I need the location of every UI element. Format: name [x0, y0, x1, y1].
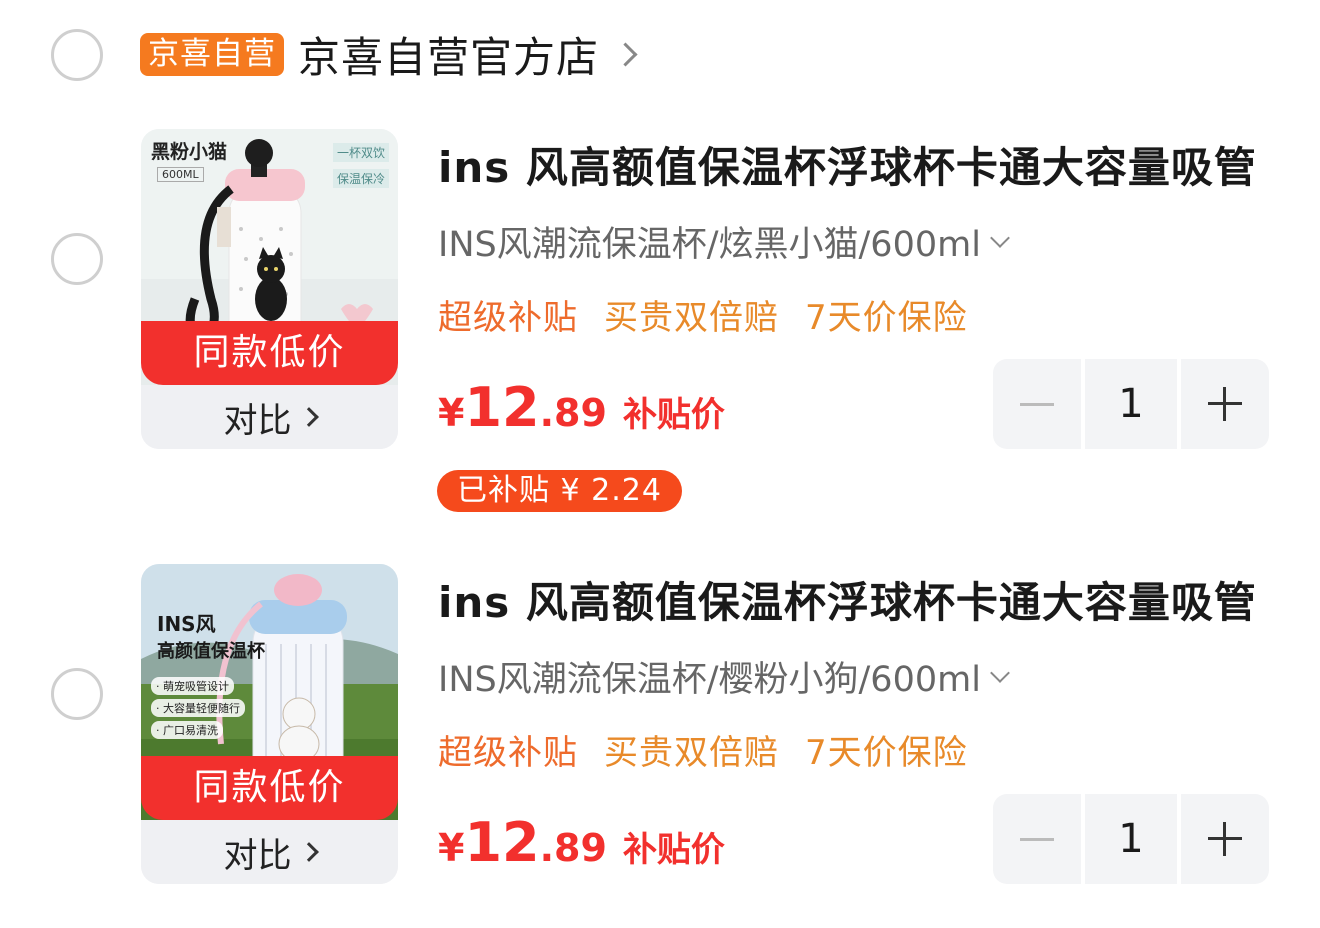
image-label: 黑粉小猫: [151, 141, 228, 163]
image-bullet: · 大容量轻便随行: [151, 699, 245, 717]
quantity-value[interactable]: 1: [1085, 794, 1177, 884]
minus-icon: [1020, 402, 1054, 406]
price-integer: 12: [464, 376, 540, 439]
price: ¥ 12 .89 补贴价: [438, 811, 725, 874]
quantity-value[interactable]: 1: [1085, 359, 1177, 449]
product-spec: INS风潮流保温杯/炫黑小猫/600ml: [438, 225, 981, 265]
price-decimal: .89: [539, 826, 607, 870]
store-header[interactable]: 京喜自营 京喜自营官方店: [140, 28, 639, 82]
image-label: INS风: [157, 612, 216, 636]
compare-label: 对比: [223, 400, 292, 441]
price-integer: 12: [464, 811, 540, 874]
price: ¥ 12 .89 补贴价: [438, 376, 725, 439]
chevron-right-icon[interactable]: [617, 34, 639, 74]
minus-icon: [1020, 837, 1054, 841]
service-tag: 超级补贴: [438, 733, 578, 773]
product-spec-selector[interactable]: INS风潮流保温杯/炫黑小猫/600ml: [438, 216, 1010, 267]
decrease-button[interactable]: [993, 794, 1081, 884]
image-tag: 一杯双饮: [333, 143, 390, 162]
compare-button[interactable]: 对比: [141, 820, 398, 884]
service-tag: 7天价保险: [805, 733, 968, 773]
price-currency: ¥: [438, 391, 465, 435]
quantity-stepper: 1: [993, 359, 1269, 449]
product-spec: INS风潮流保温杯/樱粉小狗/600ml: [438, 660, 981, 700]
chevron-down-icon: [990, 227, 1010, 248]
service-tag: 买贵双倍赔: [604, 733, 779, 773]
service-tag: 7天价保险: [805, 298, 968, 338]
image-bullet: · 广口易清洗: [151, 721, 223, 739]
price-label: 补贴价: [622, 395, 725, 435]
chevron-down-icon: [990, 662, 1010, 683]
product-title[interactable]: ins 风高额值保温杯浮球杯卡通大容量吸管: [438, 569, 1257, 630]
product-spec-selector[interactable]: INS风潮流保温杯/樱粉小狗/600ml: [438, 651, 1010, 702]
store-name[interactable]: 京喜自营官方店: [298, 24, 599, 85]
quantity-stepper: 1: [993, 794, 1269, 884]
image-capacity: 600ML: [157, 167, 204, 182]
service-tag: 买贵双倍赔: [604, 298, 779, 338]
subsidy-badge: 已补贴 ¥ 2.24: [437, 470, 682, 512]
same-price-banner: 同款低价: [141, 321, 398, 385]
item-select-radio[interactable]: [51, 233, 103, 285]
increase-button[interactable]: [1181, 359, 1269, 449]
price-decimal: .89: [539, 391, 607, 435]
image-text-panel: INS风 高颜值保温杯 · 萌宠吸管设计 · 大容量轻便随行 · 广口易清洗: [151, 608, 301, 758]
plus-icon: [1208, 387, 1242, 421]
image-bullet: · 萌宠吸管设计: [151, 677, 234, 695]
image-subtitle: 高颜值保温杯: [157, 641, 265, 662]
product-image[interactable]: 黑粉小猫 600ML 一杯双饮 保温保冷 同款低价 对比: [141, 129, 398, 449]
service-tags: 超级补贴 买贵双倍赔 7天价保险: [438, 290, 968, 339]
price-label: 补贴价: [622, 830, 725, 870]
product-image[interactable]: INS风 高颜值保温杯 · 萌宠吸管设计 · 大容量轻便随行 · 广口易清洗 同…: [141, 564, 398, 884]
price-currency: ¥: [438, 826, 465, 870]
service-tags: 超级补贴 买贵双倍赔 7天价保险: [438, 725, 968, 774]
store-select-radio[interactable]: [51, 29, 103, 81]
same-price-banner: 同款低价: [141, 756, 398, 820]
decrease-button[interactable]: [993, 359, 1081, 449]
cart-store-section: 京喜自营 京喜自营官方店 黑粉小猫 600ML 一杯双饮 保温保冷 同款低价 对…: [0, 0, 1320, 928]
plus-icon: [1208, 822, 1242, 856]
image-tag: 保温保冷: [333, 169, 390, 188]
chevron-right-icon: [298, 842, 319, 862]
item-select-radio[interactable]: [51, 668, 103, 720]
increase-button[interactable]: [1181, 794, 1269, 884]
store-badge: 京喜自营: [140, 32, 284, 76]
product-title[interactable]: ins 风高额值保温杯浮球杯卡通大容量吸管: [438, 134, 1257, 195]
chevron-right-icon: [298, 407, 319, 427]
compare-label: 对比: [223, 835, 292, 876]
service-tag: 超级补贴: [438, 298, 578, 338]
compare-button[interactable]: 对比: [141, 385, 398, 449]
